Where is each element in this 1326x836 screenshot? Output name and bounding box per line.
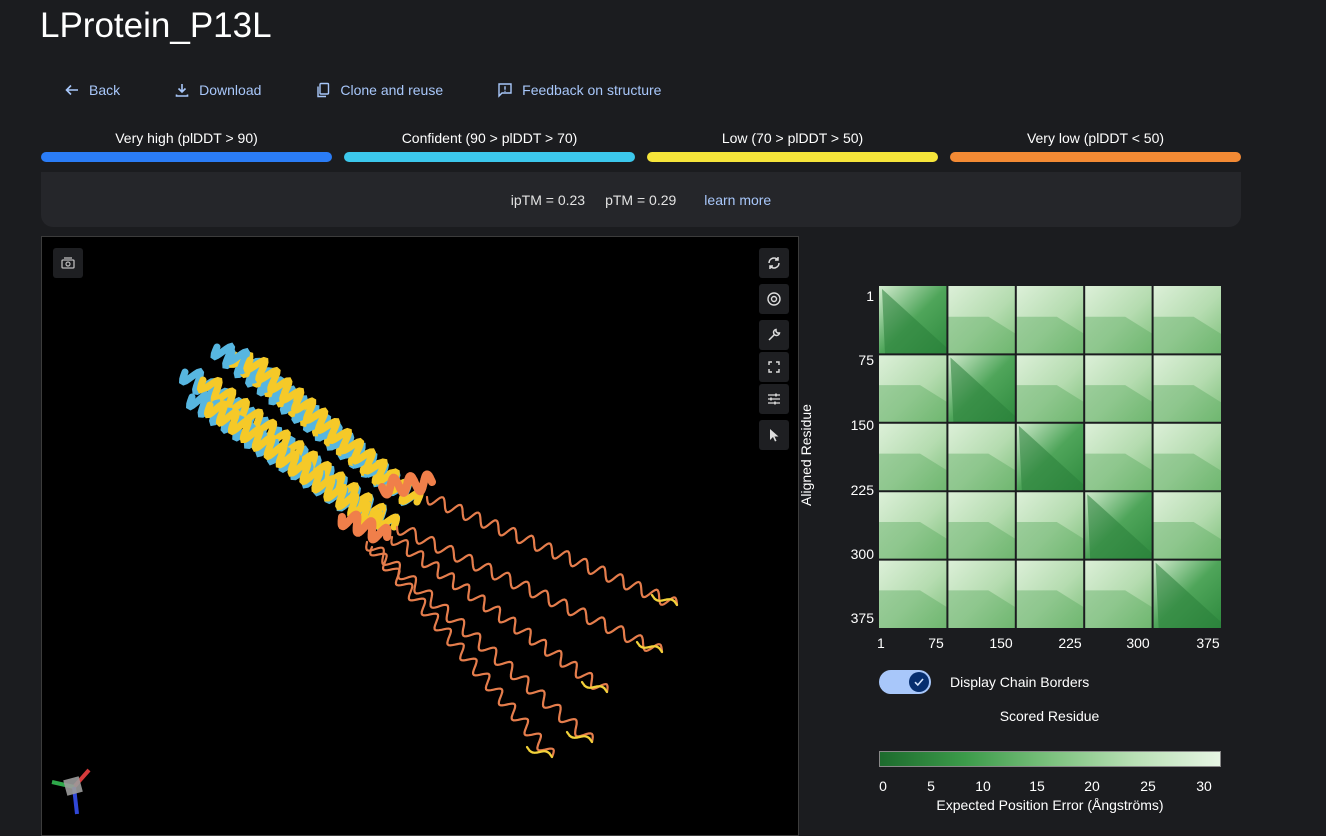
- y-tick: 225: [850, 482, 874, 498]
- legend-bar: [950, 152, 1241, 162]
- clone-button[interactable]: Clone and reuse: [301, 78, 457, 102]
- page-title: LProtein_P13L: [40, 6, 272, 45]
- structure-viewer[interactable]: [41, 236, 799, 836]
- y-tick: 75: [858, 352, 874, 368]
- x-tick: 150: [989, 635, 1013, 651]
- x-tick: 225: [1058, 635, 1082, 651]
- pae-colorbar: [879, 751, 1221, 767]
- arrow-left-icon: [65, 84, 78, 96]
- x-tick: 75: [928, 635, 944, 651]
- legend-bar: [647, 152, 938, 162]
- reset-view-button[interactable]: [759, 248, 789, 278]
- coil-orange: [425, 495, 679, 607]
- settings-button[interactable]: [759, 384, 789, 414]
- iptm-score: ipTM = 0.23: [510, 191, 586, 208]
- feedback-icon: [498, 83, 512, 98]
- clone-label: Clone and reuse: [340, 82, 444, 98]
- legend-label: Confident (90 > plDDT > 70): [401, 130, 578, 146]
- fullscreen-button[interactable]: [759, 352, 789, 382]
- camera-button[interactable]: [759, 284, 789, 314]
- wrench-icon: [768, 328, 781, 341]
- rotate-icon: [768, 257, 780, 269]
- legend-label: Low (70 > plDDT > 50): [721, 130, 864, 146]
- legend-very-low: Very low (plDDT < 50): [950, 130, 1241, 162]
- fullscreen-icon: [768, 361, 780, 373]
- action-bar: Back Download Clone and reuse Feedback o…: [50, 78, 701, 102]
- colorbar-tick: 0: [879, 778, 887, 794]
- feedback-button[interactable]: Feedback on structure: [483, 78, 675, 102]
- colorbar-tick: 25: [1140, 778, 1156, 794]
- pae-x-axis-label: Scored Residue: [999, 708, 1100, 724]
- pae-heatmap[interactable]: [879, 286, 1221, 628]
- legend-label: Very low (plDDT < 50): [1026, 130, 1165, 146]
- screenshot-icon: [61, 257, 75, 269]
- camera-icon: [767, 292, 781, 306]
- tools-button[interactable]: [759, 320, 789, 350]
- y-tick: 150: [850, 417, 874, 433]
- feedback-label: Feedback on structure: [522, 82, 662, 98]
- chain-borders-label: Display Chain Borders: [950, 674, 1090, 690]
- legend-bar: [344, 152, 635, 162]
- legend-bar: [41, 152, 332, 162]
- y-tick: 375: [850, 610, 874, 626]
- x-tick: 375: [1196, 635, 1220, 651]
- screenshot-button[interactable]: [53, 248, 83, 278]
- colorbar-tick: 5: [927, 778, 935, 794]
- chain-borders-toggle-row: Display Chain Borders: [879, 670, 1089, 694]
- helix-orange: [378, 470, 436, 499]
- ptm-score: pTM = 0.29: [605, 191, 677, 208]
- plddt-legend: Very high (plDDT > 90) Confident (90 > p…: [41, 130, 1241, 162]
- scores-panel: ipTM = 0.23 pTM = 0.29 learn more: [41, 172, 1241, 227]
- cursor-icon: [770, 429, 779, 442]
- colorbar-tick: 10: [975, 778, 991, 794]
- colorbar-label: Expected Position Error (Ångströms): [936, 797, 1164, 813]
- download-button[interactable]: Download: [160, 78, 275, 102]
- legend-confident: Confident (90 > plDDT > 70): [344, 130, 635, 162]
- download-label: Download: [199, 82, 262, 98]
- colorbar-tick: 20: [1084, 778, 1100, 794]
- back-label: Back: [89, 82, 121, 98]
- pae-panel: Aligned Residue 1 75 150 225 300 375 1 7…: [798, 280, 1240, 823]
- learn-more-link[interactable]: learn more: [704, 192, 771, 208]
- y-tick: 300: [850, 546, 874, 562]
- legend-label: Very high (plDDT > 90): [115, 130, 258, 146]
- protein-structure: [179, 342, 679, 759]
- colorbar-tick: 15: [1029, 778, 1045, 794]
- coil-orange: [395, 525, 664, 654]
- sliders-icon: [768, 393, 780, 405]
- x-tick: 300: [1126, 635, 1150, 651]
- chain-borders-toggle[interactable]: [879, 670, 931, 694]
- axes-gizmo-icon: [51, 768, 91, 815]
- legend-low: Low (70 > plDDT > 50): [647, 130, 938, 162]
- select-button[interactable]: [759, 420, 789, 450]
- check-icon: [909, 672, 929, 692]
- download-icon: [175, 84, 189, 97]
- colorbar-tick: 30: [1196, 778, 1212, 794]
- x-tick: 1: [877, 635, 885, 651]
- back-button[interactable]: Back: [50, 78, 134, 102]
- y-tick: 1: [866, 288, 874, 304]
- legend-very-high: Very high (plDDT > 90): [41, 130, 332, 162]
- copy-icon: [317, 82, 330, 98]
